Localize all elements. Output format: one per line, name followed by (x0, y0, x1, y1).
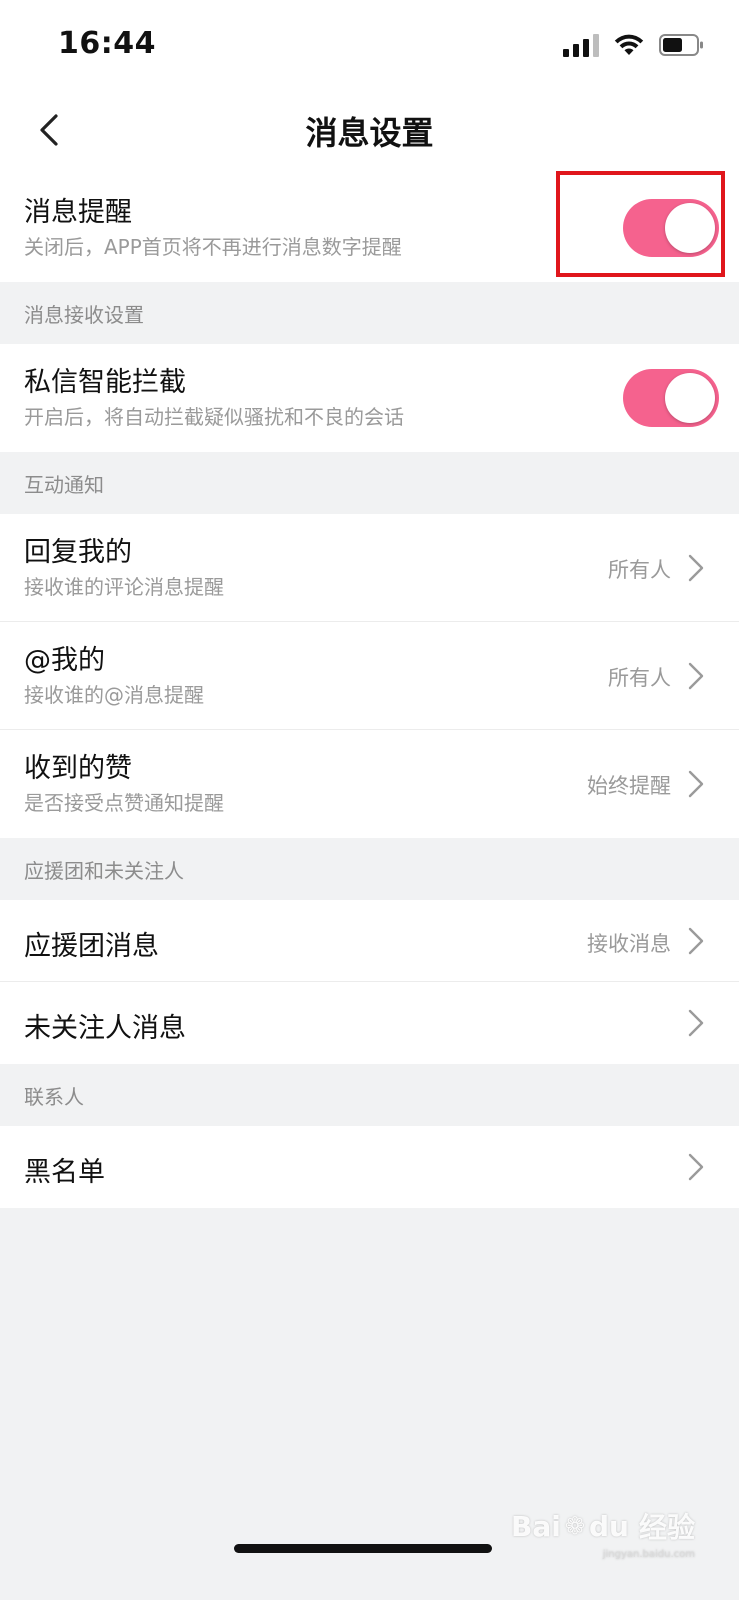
section-title: 消息接收设置 (24, 303, 144, 327)
row-title: 应援团消息 (24, 931, 159, 962)
support-group-messages-row[interactable]: 应援团消息 接收消息 (0, 900, 739, 982)
section-header-support-group: 应援团和未关注人 (0, 838, 739, 900)
chevron-right-icon (688, 1153, 704, 1181)
status-icons (563, 33, 705, 57)
row-subtitle: 是否接受点赞通知提醒 (24, 791, 224, 815)
message-reminder-toggle[interactable] (623, 199, 719, 257)
battery-icon (659, 33, 705, 57)
chevron-right-icon (688, 770, 704, 798)
toggle-knob (665, 203, 715, 253)
section-title: 联系人 (24, 1085, 84, 1109)
status-bar: 16:44 (0, 0, 739, 88)
watermark-cn: 经验 (638, 1511, 695, 1544)
chevron-right-icon (688, 662, 704, 690)
blacklist-row[interactable]: 黑名单 (0, 1126, 739, 1208)
home-indicator[interactable] (234, 1544, 492, 1553)
row-title: @我的 (24, 645, 105, 676)
row-title: 回复我的 (24, 537, 132, 568)
row-subtitle: 接收谁的@消息提醒 (24, 683, 204, 707)
dm-filter-row: 私信智能拦截 开启后，将自动拦截疑似骚扰和不良的会话 (0, 344, 739, 452)
reply-to-me-row[interactable]: 回复我的 接收谁的评论消息提醒 所有人 (0, 514, 739, 622)
section-header-interaction: 互动通知 (0, 452, 739, 514)
baidu-jingyan-watermark: Bai ❁ du 经验 jingyan.baidu.com (511, 1506, 695, 1561)
watermark-brand: Bai (511, 1509, 561, 1543)
section-title: 互动通知 (24, 473, 104, 497)
chevron-right-icon (688, 927, 704, 955)
page-title: 消息设置 (305, 114, 434, 152)
message-reminder-row: 消息提醒 关闭后，APP首页将不再进行消息数字提醒 (0, 174, 739, 282)
dm-filter-toggle[interactable] (623, 369, 719, 427)
chevron-right-icon (688, 554, 704, 582)
dm-filter-title: 私信智能拦截 (24, 367, 186, 398)
row-value: 始终提醒 (587, 774, 671, 798)
watermark-brand-2: du (589, 1509, 629, 1543)
message-reminder-title: 消息提醒 (24, 197, 132, 228)
nav-bar: 消息设置 (0, 88, 739, 174)
message-reminder-subtitle: 关闭后，APP首页将不再进行消息数字提醒 (24, 235, 402, 259)
row-title: 未关注人消息 (24, 1013, 186, 1044)
message-settings-screen: 16:44 消息设置 消息提醒 关闭后，APP首页将不再进行消息数字提醒 消息接… (0, 0, 739, 1600)
status-time: 16:44 (58, 26, 156, 61)
toggle-knob (665, 373, 715, 423)
row-title: 黑名单 (24, 1157, 105, 1188)
row-value: 所有人 (608, 558, 671, 582)
paw-icon: ❁ (564, 1512, 585, 1540)
wifi-icon (613, 33, 645, 57)
section-header-receive-settings: 消息接收设置 (0, 282, 739, 344)
header-area: 16:44 消息设置 (0, 0, 739, 174)
section-title: 应援团和未关注人 (24, 859, 184, 883)
section-header-contacts: 联系人 (0, 1064, 739, 1126)
chevron-right-icon (688, 1009, 704, 1037)
row-subtitle: 接收谁的评论消息提醒 (24, 575, 224, 599)
likes-received-row[interactable]: 收到的赞 是否接受点赞通知提醒 始终提醒 (0, 730, 739, 838)
watermark-url: jingyan.baidu.com (602, 1549, 695, 1560)
cellular-signal-icon (563, 33, 599, 57)
dm-filter-subtitle: 开启后，将自动拦截疑似骚扰和不良的会话 (24, 405, 404, 429)
row-title: 收到的赞 (24, 753, 132, 784)
mention-me-row[interactable]: @我的 接收谁的@消息提醒 所有人 (0, 622, 739, 730)
non-followed-messages-row[interactable]: 未关注人消息 (0, 982, 739, 1064)
row-value: 接收消息 (587, 932, 671, 956)
row-value: 所有人 (608, 666, 671, 690)
